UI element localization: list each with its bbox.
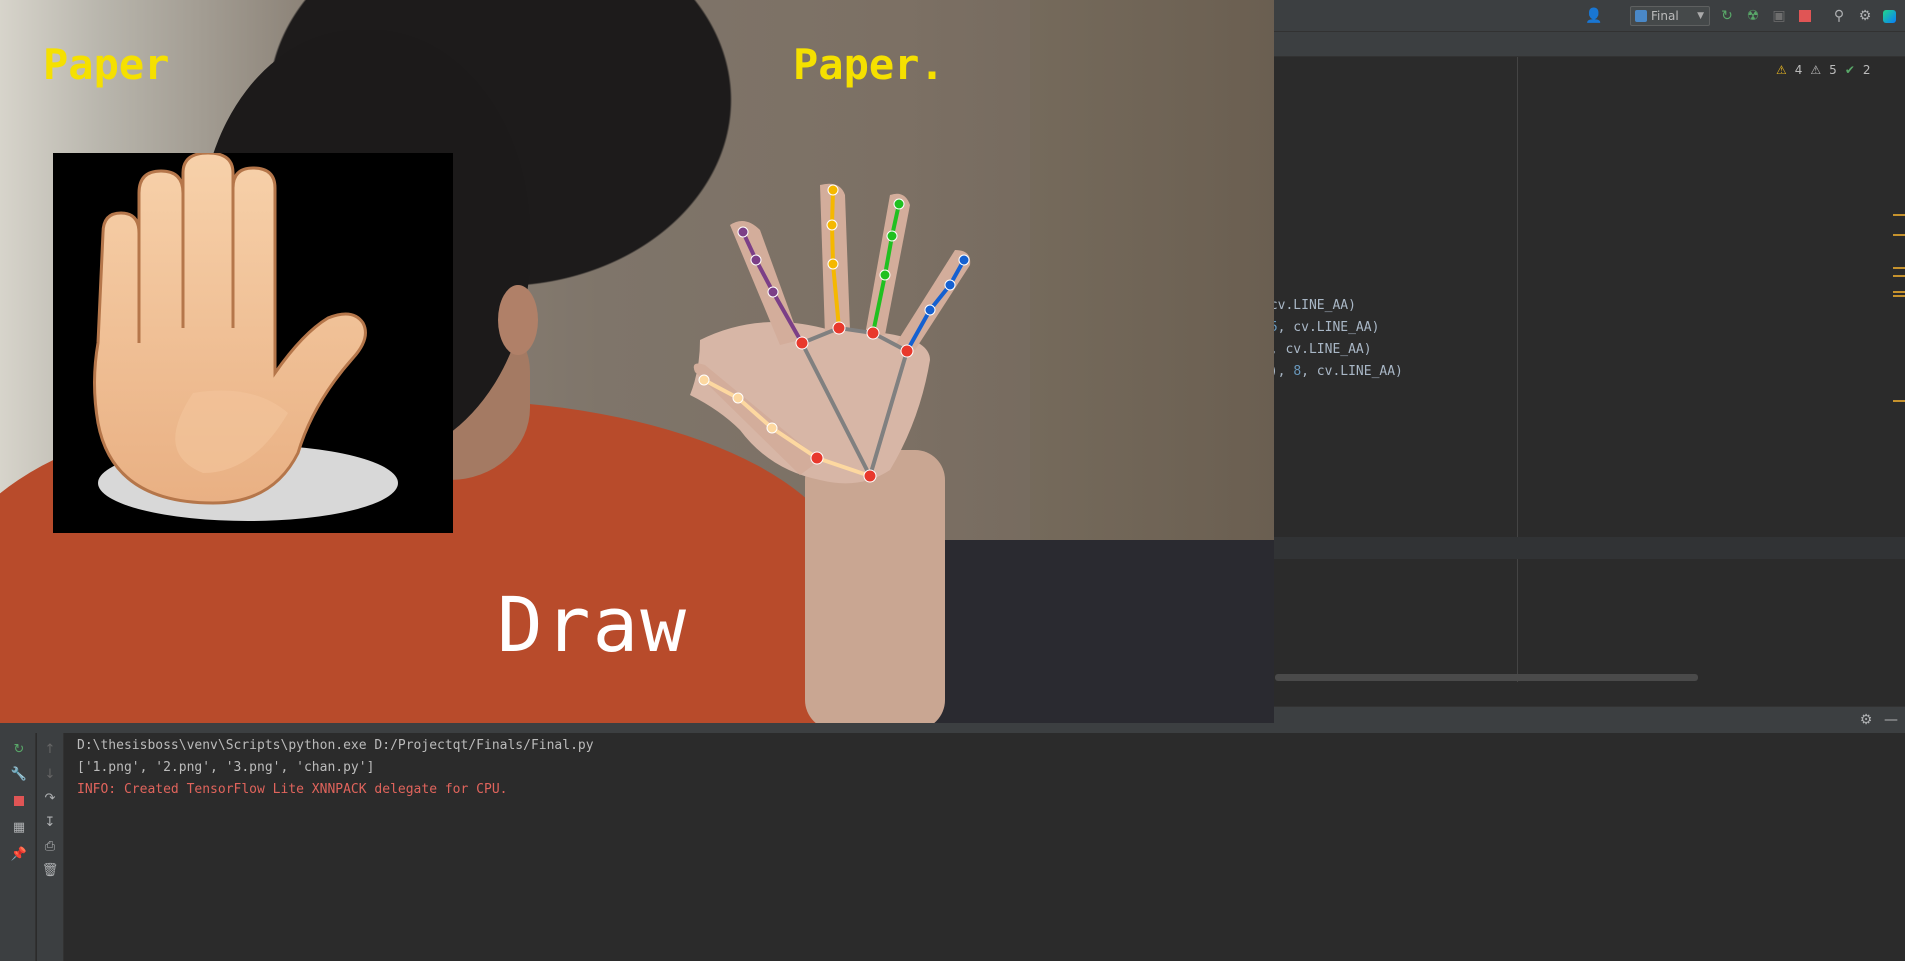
settings-icon[interactable]: ⚙ (1857, 711, 1875, 729)
rerun-icon[interactable]: ↻ (11, 741, 27, 757)
error-stripe-marker[interactable] (1893, 400, 1905, 402)
landmark-point (766, 422, 778, 434)
inspection-widget[interactable]: ⚠ 4 ⚠ 5 ✔ 2 (1776, 63, 1871, 77)
landmark-point (944, 279, 956, 291)
console-line: INFO: Created TensorFlow Lite XNNPACK de… (77, 782, 508, 797)
game-result-label: Draw (497, 580, 689, 669)
ring-bones (871, 203, 901, 334)
warning-count-a: 4 (1794, 63, 1803, 77)
arrow-down-icon[interactable]: ↓ (42, 766, 58, 782)
landmark-point (863, 469, 877, 483)
split-divider[interactable] (1517, 57, 1518, 682)
wrench-icon[interactable]: 🔧 (11, 766, 27, 782)
print-icon[interactable]: ⎙ (42, 838, 58, 854)
debug-icon[interactable]: ☢ (1744, 7, 1762, 25)
pinky-bones (905, 259, 966, 352)
landmark-point (826, 219, 838, 231)
code-line: 5, cv.LINE_AA) (1262, 342, 1372, 357)
landmark-point (958, 254, 970, 266)
soft-wrap-icon[interactable]: ↷ (42, 790, 58, 806)
landmark-point (827, 258, 839, 270)
search-icon[interactable]: ⚲ (1830, 7, 1848, 25)
landmark-point (795, 336, 809, 350)
error-stripe-marker[interactable] (1893, 291, 1905, 293)
run-config-select[interactable]: Final ▼ (1630, 6, 1710, 26)
code-line: 5), 8, cv.LINE_AA) (1262, 364, 1403, 379)
console-line: ['1.png', '2.png', '3.png', 'chan.py'] (77, 760, 375, 775)
coverage-icon[interactable]: ▣ (1770, 7, 1788, 25)
landmark-point (732, 392, 744, 404)
layout-icon[interactable]: ▦ (11, 819, 27, 835)
landmark-point (810, 451, 824, 465)
landmark-point (698, 374, 710, 386)
run-config-label: Final (1651, 9, 1679, 23)
landmark-point (767, 286, 779, 298)
scroll-to-end-icon[interactable]: ↧ (42, 814, 58, 830)
raised-hand-icon (93, 151, 398, 521)
landmark-point (924, 304, 936, 316)
jetbrains-icon[interactable] (1880, 7, 1898, 25)
warning-count-b: 5 (1829, 63, 1837, 77)
error-stripe-marker[interactable] (1893, 214, 1905, 216)
horizontal-scrollbar[interactable] (1275, 674, 1698, 681)
code-line: cv.LINE_AA) (1262, 298, 1356, 313)
computer-move-label: Paper (43, 40, 170, 89)
arrow-up-icon[interactable]: ↑ (42, 741, 58, 757)
pin-icon[interactable]: 📌 (11, 846, 27, 862)
python-icon (1635, 10, 1647, 22)
minimize-icon[interactable]: — (1882, 711, 1900, 729)
warning-icon: ⚠ (1776, 63, 1787, 77)
player-move-label: Paper. (793, 40, 945, 89)
landmark-point (832, 321, 846, 335)
chevron-down-icon: ▼ (1697, 11, 1704, 21)
landmark-point (827, 184, 839, 196)
ok-count: 2 (1862, 63, 1871, 77)
stop-icon[interactable] (11, 793, 27, 809)
error-stripe-marker[interactable] (1893, 267, 1905, 269)
landmark-point (737, 226, 749, 238)
landmark-point (750, 254, 762, 266)
landmark-point (900, 344, 914, 358)
settings-icon[interactable]: ⚙ (1856, 7, 1874, 25)
trash-icon[interactable]: 🗑 (42, 862, 59, 878)
weak-warning-icon: ⚠ (1810, 63, 1822, 77)
stop-icon[interactable] (1796, 7, 1814, 25)
console-toolbar: ↑ ↓ ↷ ↧ ⎙ 🗑 (37, 733, 64, 961)
check-icon: ✔ (1844, 63, 1855, 77)
landmark-points (698, 184, 970, 483)
landmark-point (886, 230, 898, 242)
landmark-point (879, 269, 891, 281)
computer-move-image (53, 151, 453, 533)
error-stripe-marker[interactable] (1893, 234, 1905, 236)
user-icon[interactable]: 👤 (1585, 7, 1603, 25)
landmark-point (866, 326, 880, 340)
landmark-point (893, 198, 905, 210)
console-line: D:\thesisboss\venv\Scripts\python.exe D:… (77, 738, 594, 753)
error-stripe-marker[interactable] (1893, 275, 1905, 277)
rerun-icon[interactable]: ↻ (1718, 7, 1736, 25)
error-stripe-marker[interactable] (1893, 295, 1905, 297)
run-toolbar: ↻ 🔧 ▦ 📌 (0, 733, 36, 961)
code-line: 5, cv.LINE_AA) (1270, 320, 1380, 335)
camera-window: Paper Paper. Draw (0, 0, 1274, 723)
